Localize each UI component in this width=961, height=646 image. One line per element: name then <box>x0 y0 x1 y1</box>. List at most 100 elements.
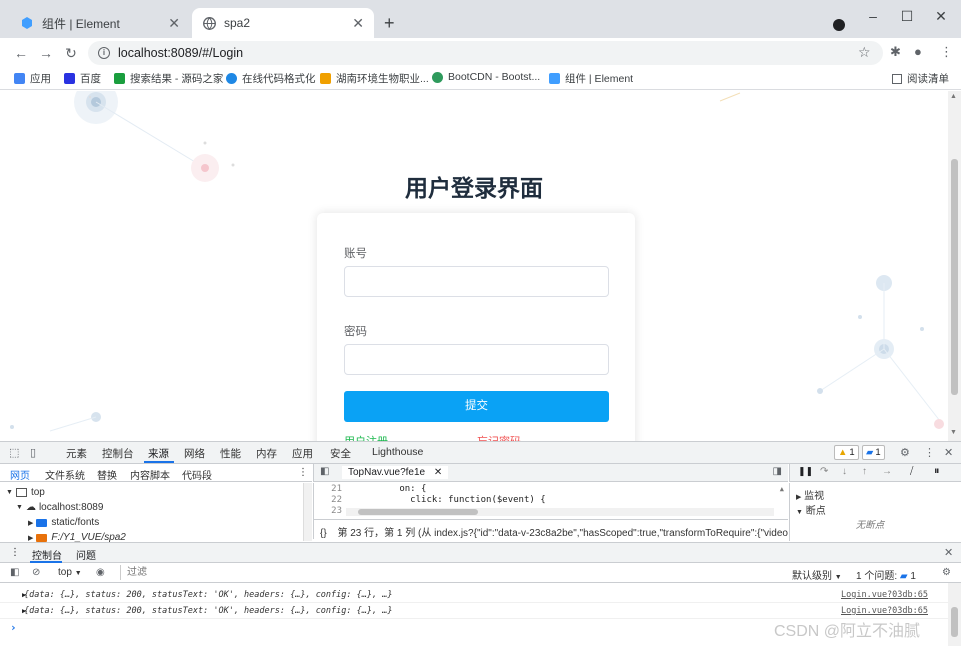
close-file-icon[interactable]: ✕ <box>434 467 442 478</box>
forgot-password-link[interactable]: 忘记密码 <box>477 433 521 441</box>
scrollbar-thumb[interactable] <box>951 159 958 395</box>
console-filter-input[interactable] <box>120 565 780 580</box>
bookmark-star-icon[interactable]: ☆ <box>858 44 871 61</box>
step-into-icon[interactable]: ↓ <box>842 466 847 477</box>
maximize-button[interactable]: ☐ <box>892 6 922 26</box>
scroll-up-icon[interactable]: ▲ <box>780 485 784 493</box>
log-source-link[interactable]: Login.vue?03db:65 <box>841 606 928 616</box>
context-selector[interactable]: top ▼ <box>58 567 82 578</box>
tab-performance[interactable]: 性能 <box>220 446 241 461</box>
subtab-content-scripts[interactable]: 内容脚本 <box>130 467 170 482</box>
scrollbar-thumb[interactable] <box>358 509 478 515</box>
submit-button[interactable]: 提交 <box>344 391 609 422</box>
subtab-overrides[interactable]: 替换 <box>97 467 117 482</box>
editor-tab-topnav[interactable]: TopNav.vue?fe1e ✕ <box>342 466 449 479</box>
tree-item-top[interactable]: ▼ top <box>6 487 45 498</box>
drawer-tab-console[interactable]: 控制台 <box>32 547 62 562</box>
more-icon[interactable]: ⋮ <box>298 467 308 478</box>
tree-item-host[interactable]: ▼ ☁ localhost:8089 <box>16 502 103 513</box>
subtab-snippets[interactable]: 代码段 <box>182 467 212 482</box>
reading-list[interactable]: 阅读清单 <box>892 71 949 86</box>
menu-icon[interactable]: ⋮ <box>940 44 953 60</box>
pause-on-exceptions-icon[interactable]: ⏸ <box>934 465 940 478</box>
eye-icon[interactable]: ◉ <box>96 567 105 578</box>
more-options-icon[interactable]: ⋮ <box>924 446 935 459</box>
warnings-badge[interactable]: ▲ 1 <box>834 445 859 460</box>
tree-item-fonts[interactable]: ▶ static/fonts <box>28 517 99 528</box>
toggle-navigator-icon[interactable]: ◧ <box>320 466 329 477</box>
inspect-element-icon[interactable]: ⬚ <box>9 446 19 459</box>
issues-label: 1 个问题: <box>856 571 898 582</box>
clear-console-icon[interactable]: ⊘ <box>32 567 40 578</box>
close-window-button[interactable]: ✕ <box>926 6 956 26</box>
bookmark-apps[interactable]: 应用 <box>14 71 51 86</box>
bookmark-bootcdn[interactable]: BootCDN - Bootst... <box>432 71 540 83</box>
close-tab-icon[interactable]: ✕ <box>352 15 364 32</box>
console-prompt-icon[interactable]: › <box>10 621 17 634</box>
bookmark-baidu[interactable]: 百度 <box>64 71 101 86</box>
bookmark-element[interactable]: 组件 | Element <box>549 71 633 86</box>
new-tab-button[interactable]: + <box>384 14 395 32</box>
breakpoints-section[interactable]: ▼ 断点 <box>796 502 826 517</box>
console-settings-icon[interactable]: ⚙ <box>942 567 951 578</box>
register-link[interactable]: 用户注册 <box>344 433 388 441</box>
step-over-icon[interactable]: ↷ <box>820 466 828 477</box>
log-entry[interactable]: ▶ {data: {…}, status: 200, statusText: '… <box>0 587 948 603</box>
tab-application[interactable]: 应用 <box>292 446 313 461</box>
settings-gear-icon[interactable]: ⚙ <box>900 446 910 459</box>
log-source-link[interactable]: Login.vue?03db:65 <box>841 590 928 600</box>
tab-security[interactable]: 安全 <box>330 446 351 461</box>
console-scrollbar[interactable] <box>948 583 961 646</box>
subtab-filesystem[interactable]: 文件系统 <box>45 467 85 482</box>
back-icon[interactable]: ← <box>12 44 30 62</box>
close-tab-icon[interactable]: ✕ <box>168 15 180 32</box>
account-input[interactable] <box>344 266 609 297</box>
device-toolbar-icon[interactable]: ▯ <box>30 446 36 459</box>
line-number: 22 <box>331 495 342 505</box>
tab-console[interactable]: 控制台 <box>102 446 134 461</box>
tab-memory[interactable]: 内存 <box>256 446 277 461</box>
tab-sources[interactable]: 来源 <box>148 446 169 461</box>
debugger-toolbar: ❚❚ ↷ ↓ ↑ → ⧸ ⏸ <box>789 464 961 482</box>
minimize-button[interactable]: – <box>858 6 888 26</box>
bookmark-yuanma[interactable]: 搜索结果 - 源码之家 <box>114 71 223 86</box>
account-icon[interactable]: ● <box>914 44 922 59</box>
tab-spa2[interactable]: spa2 ✕ <box>192 8 374 38</box>
forward-icon[interactable]: → <box>37 44 55 62</box>
tab-network[interactable]: 网络 <box>184 446 205 461</box>
toggle-debugger-icon[interactable]: ◨ <box>773 466 782 477</box>
pause-icon[interactable]: ❚❚ <box>798 466 813 477</box>
school-icon <box>320 73 331 84</box>
editor-hscrollbar[interactable] <box>346 508 774 516</box>
messages-badge[interactable]: ▰ 1 <box>862 445 885 460</box>
issues-counter[interactable]: 1 个问题: ▰ 1 <box>856 567 916 582</box>
bookmark-school[interactable]: 湖南环境生物职业... <box>320 71 429 86</box>
tab-elements[interactable]: 元素 <box>66 446 87 461</box>
info-icon[interactable]: i <box>98 47 110 59</box>
address-bar[interactable]: i localhost:8089/#/Login <box>88 41 883 65</box>
tab-lighthouse[interactable]: Lighthouse <box>372 446 423 458</box>
log-level-select[interactable]: 默认级别 ▼ <box>792 567 842 582</box>
drawer-tab-issues[interactable]: 问题 <box>76 547 96 562</box>
profile-icon[interactable] <box>833 19 845 31</box>
page-scrollbar[interactable]: ▲ ▼ <box>948 91 961 441</box>
bookmark-formatter[interactable]: 在线代码格式化 <box>226 71 316 86</box>
pretty-print-icon[interactable]: {} <box>320 528 327 539</box>
sidebar-toggle-icon[interactable]: ◧ <box>10 567 19 578</box>
extensions-icon[interactable]: ✱ <box>890 44 901 60</box>
watch-section[interactable]: ▶ 监视 <box>796 487 824 502</box>
close-drawer-icon[interactable]: ✕ <box>944 546 953 559</box>
scrollbar-thumb[interactable] <box>951 607 958 637</box>
tab-element[interactable]: 组件 | Element ✕ <box>10 8 190 38</box>
step-icon[interactable]: → <box>882 466 892 477</box>
deactivate-breakpoints-icon[interactable]: ⧸ <box>910 466 913 477</box>
scroll-up-icon[interactable]: ▲ <box>950 93 957 100</box>
subtab-page[interactable]: 网页 <box>10 467 30 482</box>
close-devtools-icon[interactable]: ✕ <box>944 446 953 459</box>
step-out-icon[interactable]: ↑ <box>862 466 867 477</box>
tree-scrollbar[interactable] <box>303 483 312 541</box>
scroll-down-icon[interactable]: ▼ <box>950 429 957 436</box>
reload-icon[interactable]: ↻ <box>62 44 80 62</box>
drawer-menu-icon[interactable]: ⋮ <box>10 547 20 558</box>
password-input[interactable] <box>344 344 609 375</box>
